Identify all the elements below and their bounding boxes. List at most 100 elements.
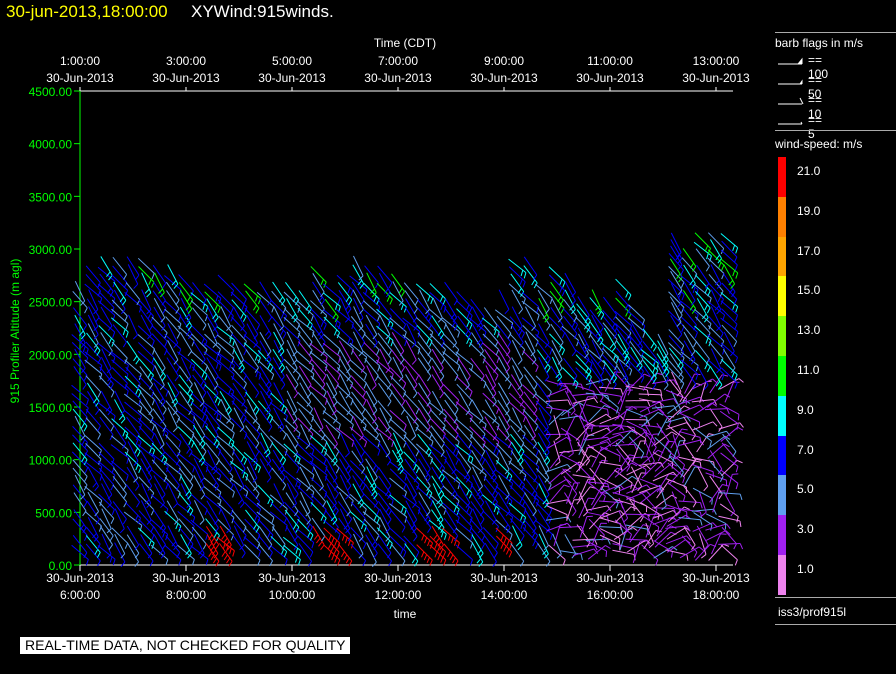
wind-barb [323, 418, 341, 434]
wind-barb-flag [561, 332, 566, 339]
wind-barb-flag [200, 380, 205, 387]
wind-barb [325, 424, 338, 445]
wind-barb [270, 502, 287, 519]
wind-barb [337, 282, 353, 301]
wind-barb-flag [534, 417, 539, 424]
wind-barb-flag [162, 308, 167, 314]
wind-barb [654, 462, 672, 478]
wind-barb [391, 332, 405, 352]
wind-barb-flag [150, 534, 155, 541]
wind-barb-flag [531, 279, 536, 286]
wind-barb-flag [735, 272, 739, 279]
wind-barb-flag [344, 452, 350, 458]
wind-barb [389, 418, 407, 434]
wind-barb [404, 399, 418, 419]
wind-barb [484, 542, 497, 563]
wind-barb-flag [215, 295, 219, 302]
wind-barb [719, 378, 740, 390]
wind-barb [165, 434, 181, 452]
wind-barb-flag [331, 554, 335, 561]
wind-barb-flag [213, 532, 218, 538]
wind-barb-flag [191, 441, 195, 448]
wind-barb-flag [123, 274, 128, 280]
wind-barb-flag [280, 384, 286, 390]
wind-barb-flag [736, 423, 739, 430]
wind-barb [365, 314, 378, 335]
wind-barb-flag [373, 514, 378, 521]
wind-barb [418, 382, 431, 402]
wind-barb [694, 543, 711, 561]
wind-barb-flag [517, 456, 522, 463]
colorbar-swatch [778, 196, 786, 237]
wind-barb [112, 475, 127, 494]
wind-barb [525, 306, 536, 327]
wind-barb-flag [133, 283, 139, 289]
wind-barb-flag [280, 312, 285, 319]
wind-barb-flag [298, 550, 302, 557]
wind-barb [472, 474, 483, 495]
wind-barb-flag [549, 533, 553, 540]
wind-barb [164, 510, 182, 527]
wind-barb-flag [415, 467, 420, 474]
wind-barb-flag [453, 447, 457, 454]
wind-barb-flag [679, 396, 684, 403]
wind-barb [150, 468, 169, 485]
wind-barb-flag [447, 534, 451, 541]
wind-barb-flag [253, 523, 258, 530]
wind-barb-flag [344, 305, 350, 311]
wind-barb [179, 391, 193, 411]
wind-barb-flag [677, 334, 683, 340]
wind-barb-flag [284, 559, 288, 566]
wind-barb-flag [386, 540, 391, 547]
wind-barb-flag [402, 383, 407, 389]
wind-barb-flag [520, 535, 525, 542]
wind-barb-flag [426, 468, 431, 475]
wind-barb-flag [466, 321, 470, 328]
wind-barb [87, 517, 99, 538]
wind-barb-flag [481, 543, 485, 550]
colorbar-label: 5.0 [797, 482, 814, 497]
wind-barb-flag [334, 556, 338, 563]
wind-barb-flag [735, 315, 739, 321]
wind-barb [217, 409, 235, 426]
wind-barb [114, 508, 125, 529]
wind-barb-flag [174, 375, 179, 382]
wind-barb [151, 325, 168, 342]
wind-barb [110, 351, 129, 366]
wind-barb [665, 549, 688, 556]
wind-barb-flag [189, 362, 193, 369]
wind-barb-flag [646, 389, 650, 396]
wind-barb [444, 509, 458, 529]
wind-barb-flag [210, 554, 215, 561]
wind-barb-flag [692, 501, 697, 508]
wind-barb-flag [165, 559, 169, 566]
y-tick-label: 1500.00 [29, 401, 73, 415]
wind-barb-flag [228, 388, 232, 395]
wind-barb-flag [243, 458, 248, 465]
wind-barb-flag [439, 392, 444, 399]
wind-barb [403, 282, 419, 300]
wind-barb [353, 297, 364, 319]
wind-barb-flag [622, 517, 628, 523]
wind-barb [349, 367, 367, 384]
wind-barb [537, 509, 551, 529]
wind-barb [710, 348, 722, 369]
wind-barb-flag [81, 422, 85, 429]
wind-barb-flag [122, 430, 126, 437]
wind-barb-flag [318, 296, 323, 303]
wind-barb [603, 296, 617, 315]
wind-barb [298, 324, 313, 343]
wind-barb-flag [620, 388, 624, 395]
wind-barb [336, 485, 354, 501]
wind-barb-flag [663, 384, 669, 390]
wind-barb [416, 527, 433, 544]
wind-barb-flag [455, 459, 459, 465]
wind-barb-flag [535, 450, 539, 457]
wind-barb-flag [134, 447, 139, 454]
wind-barb-flag [590, 455, 597, 459]
wind-barb [258, 526, 273, 545]
wind-barb [138, 425, 154, 443]
wind-barb [139, 366, 154, 385]
wind-barb [323, 359, 341, 375]
wind-barb-flag [605, 545, 611, 549]
